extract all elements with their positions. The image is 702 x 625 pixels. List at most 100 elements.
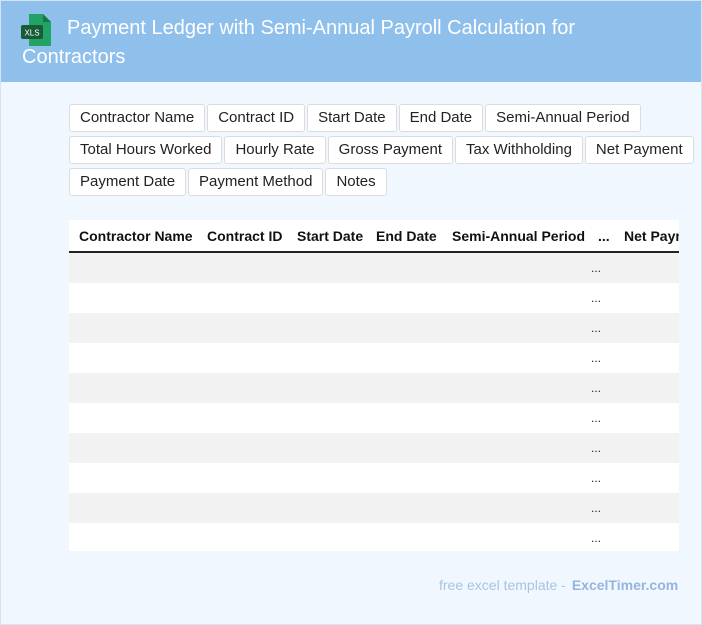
table-cell[interactable]: ... [588, 433, 614, 463]
table-cell[interactable] [614, 252, 679, 283]
table-cell[interactable] [442, 252, 588, 283]
table-cell[interactable] [197, 343, 287, 373]
table-cell[interactable] [287, 343, 366, 373]
table-cell[interactable] [287, 433, 366, 463]
table-cell[interactable] [442, 523, 588, 551]
footer-brand-link[interactable]: ExcelTimer.com [572, 577, 678, 593]
table-cell[interactable] [69, 313, 197, 343]
table-cell[interactable] [614, 313, 679, 343]
table-cell[interactable] [197, 523, 287, 551]
table-cell[interactable] [366, 463, 442, 493]
table-cell[interactable] [69, 493, 197, 523]
footer-text: free excel template - [439, 577, 566, 593]
table-cell[interactable] [614, 283, 679, 313]
table-cell[interactable] [442, 493, 588, 523]
table-cell[interactable] [366, 403, 442, 433]
table-cell[interactable] [442, 313, 588, 343]
field-tag[interactable]: End Date [398, 104, 484, 132]
table-row: ... [69, 343, 679, 373]
table-cell[interactable] [442, 403, 588, 433]
table-cell[interactable] [366, 373, 442, 403]
field-tag[interactable]: Gross Payment [327, 136, 454, 164]
table-cell[interactable] [197, 373, 287, 403]
field-tag[interactable]: Total Hours Worked [69, 136, 223, 164]
column-header: Contractor Name [69, 220, 197, 253]
table-cell[interactable] [287, 373, 366, 403]
column-header: Start Date [287, 220, 366, 253]
table-cell[interactable] [69, 403, 197, 433]
table-cell[interactable] [366, 523, 442, 551]
table-cell[interactable] [366, 313, 442, 343]
table-cell[interactable] [287, 313, 366, 343]
table-cell[interactable] [69, 343, 197, 373]
table-row: ... [69, 493, 679, 523]
table-cell[interactable] [287, 252, 366, 283]
field-tag[interactable]: Notes [325, 168, 387, 196]
table-cell[interactable]: ... [588, 343, 614, 373]
table-cell[interactable] [614, 493, 679, 523]
field-tag[interactable]: Hourly Rate [224, 136, 326, 164]
table-cell[interactable]: ... [588, 463, 614, 493]
table-cell[interactable] [69, 252, 197, 283]
column-header: End Date [366, 220, 442, 253]
table-cell[interactable] [197, 313, 287, 343]
table-cell[interactable] [366, 252, 442, 283]
table-cell[interactable] [442, 373, 588, 403]
table-cell[interactable] [69, 433, 197, 463]
table-body: .............................. [69, 252, 679, 551]
table-cell[interactable] [69, 283, 197, 313]
table-cell[interactable]: ... [588, 283, 614, 313]
field-tag[interactable]: Contract ID [207, 104, 306, 132]
table-cell[interactable] [287, 493, 366, 523]
table-cell[interactable] [69, 523, 197, 551]
table-cell[interactable] [366, 433, 442, 463]
table-cell[interactable]: ... [588, 493, 614, 523]
table-cell[interactable]: ... [588, 403, 614, 433]
table-cell[interactable] [69, 463, 197, 493]
table-cell[interactable] [442, 283, 588, 313]
table-cell[interactable] [287, 283, 366, 313]
column-header: Net Payment [614, 220, 679, 253]
table-row: ... [69, 252, 679, 283]
table-cell[interactable] [197, 433, 287, 463]
table-cell[interactable] [197, 463, 287, 493]
table-cell[interactable] [287, 463, 366, 493]
table-cell[interactable] [442, 343, 588, 373]
field-tag[interactable]: Tax Withholding [455, 136, 583, 164]
table-cell[interactable] [197, 403, 287, 433]
table-cell[interactable] [197, 283, 287, 313]
table-cell[interactable] [366, 283, 442, 313]
tag-row: Payment Date Payment Method Notes [69, 168, 699, 196]
table-row: ... [69, 283, 679, 313]
table-cell[interactable] [614, 343, 679, 373]
table-cell[interactable] [197, 493, 287, 523]
table-cell[interactable]: ... [588, 252, 614, 283]
field-tag[interactable]: Contractor Name [69, 104, 206, 132]
table-cell[interactable] [614, 373, 679, 403]
table-cell[interactable]: ... [588, 373, 614, 403]
table-cell[interactable]: ... [588, 313, 614, 343]
field-tag[interactable]: Payment Method [188, 168, 324, 196]
tag-row: Contractor Name Contract ID Start Date End … [69, 104, 699, 132]
field-tag[interactable]: Semi-Annual Period [485, 104, 641, 132]
table-cell[interactable] [197, 252, 287, 283]
table-cell[interactable]: ... [588, 523, 614, 551]
field-tag[interactable]: Start Date [307, 104, 397, 132]
field-tag[interactable]: Net Payment [584, 136, 694, 164]
table-cell[interactable] [366, 493, 442, 523]
table-header-row: Contractor Name Contract ID Start Date End … [69, 220, 679, 253]
table-cell[interactable] [614, 523, 679, 551]
table-row: ... [69, 433, 679, 463]
table-cell[interactable] [287, 523, 366, 551]
ledger-table-container: Contractor Name Contract ID Start Date End … [69, 220, 679, 551]
table-cell[interactable] [614, 433, 679, 463]
table-cell[interactable] [442, 463, 588, 493]
table-cell[interactable] [287, 403, 366, 433]
column-header: Semi-Annual Period [442, 220, 588, 253]
field-tag[interactable]: Payment Date [69, 168, 187, 196]
table-cell[interactable] [614, 403, 679, 433]
table-cell[interactable] [69, 373, 197, 403]
table-cell[interactable] [614, 463, 679, 493]
table-cell[interactable] [442, 433, 588, 463]
table-cell[interactable] [366, 343, 442, 373]
